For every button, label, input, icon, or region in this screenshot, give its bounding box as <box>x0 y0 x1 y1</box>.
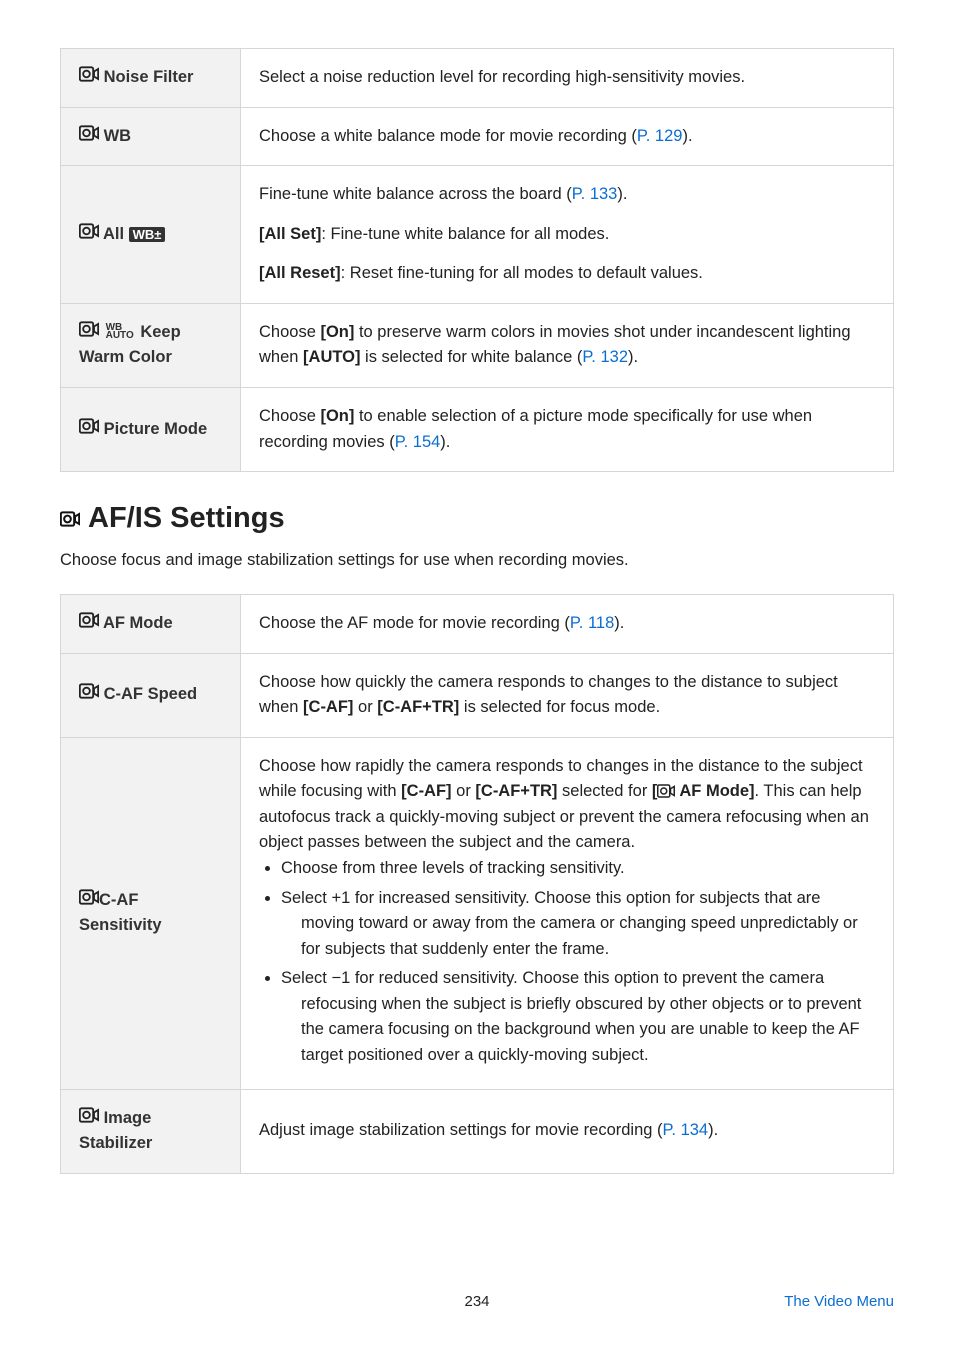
table-row: AF ModeChoose the AF mode for movie reco… <box>61 595 894 654</box>
row-body: Fine-tune white balance across the board… <box>241 166 894 304</box>
row-body: Select a noise reduction level for recor… <box>241 49 894 108</box>
row-body: Choose a white balance mode for movie re… <box>241 107 894 166</box>
intro-text: Choose focus and image stabilization set… <box>60 551 894 570</box>
movie-icon <box>79 125 99 141</box>
movie-icon <box>79 66 99 82</box>
row-body: Choose how rapidly the camera responds t… <box>241 737 894 1089</box>
table-row: Noise FilterSelect a noise reduction lev… <box>61 49 894 108</box>
afis-table: AF ModeChoose the AF mode for movie reco… <box>60 594 894 1174</box>
table-row: Image StabilizerAdjust image stabilizati… <box>61 1089 894 1173</box>
movie-icon <box>79 223 99 239</box>
movie-icon <box>79 612 99 628</box>
wbz-icon: WB± <box>129 227 166 242</box>
row-body: Adjust image stabilization settings for … <box>241 1089 894 1173</box>
wb-auto-icon: WBAUTO <box>106 324 134 341</box>
table-row: WBChoose a white balance mode for movie … <box>61 107 894 166</box>
movie-icon <box>79 1107 99 1123</box>
row-label: Image Stabilizer <box>61 1089 241 1173</box>
table-row: C-AF SpeedChoose how quickly the camera … <box>61 653 894 737</box>
page-footer: 234 The Video Menu <box>0 1293 954 1310</box>
row-body: Choose how quickly the camera responds t… <box>241 653 894 737</box>
movie-icon <box>79 889 99 905</box>
spec-table: Noise FilterSelect a noise reduction lev… <box>60 48 894 472</box>
row-label: All WB± <box>61 166 241 304</box>
row-label: WBAUTO Keep Warm Color <box>61 303 241 387</box>
row-label: AF Mode <box>61 595 241 654</box>
row-body: Choose [On] to preserve warm colors in m… <box>241 303 894 387</box>
table-row: C-AF SensitivityChoose how rapidly the c… <box>61 737 894 1089</box>
row-body: Choose [On] to enable selection of a pic… <box>241 387 894 471</box>
page-number: 234 <box>338 1293 616 1310</box>
heading-text: AF/IS Settings <box>88 502 285 535</box>
row-label: Noise Filter <box>61 49 241 108</box>
row-body: Choose the AF mode for movie recording (… <box>241 595 894 654</box>
movie-icon <box>79 418 99 434</box>
row-label: Picture Mode <box>61 387 241 471</box>
movie-icon <box>79 683 99 699</box>
footer-section: The Video Menu <box>616 1293 894 1310</box>
row-label: WB <box>61 107 241 166</box>
section-heading: AF/IS Settings <box>60 502 894 535</box>
table-row: WBAUTO Keep Warm ColorChoose [On] to pre… <box>61 303 894 387</box>
table-row: All WB±Fine-tune white balance across th… <box>61 166 894 304</box>
row-label: C-AF Sensitivity <box>61 737 241 1089</box>
table-row: Picture ModeChoose [On] to enable select… <box>61 387 894 471</box>
movie-icon <box>60 511 80 527</box>
row-label: C-AF Speed <box>61 653 241 737</box>
movie-icon <box>79 321 99 337</box>
